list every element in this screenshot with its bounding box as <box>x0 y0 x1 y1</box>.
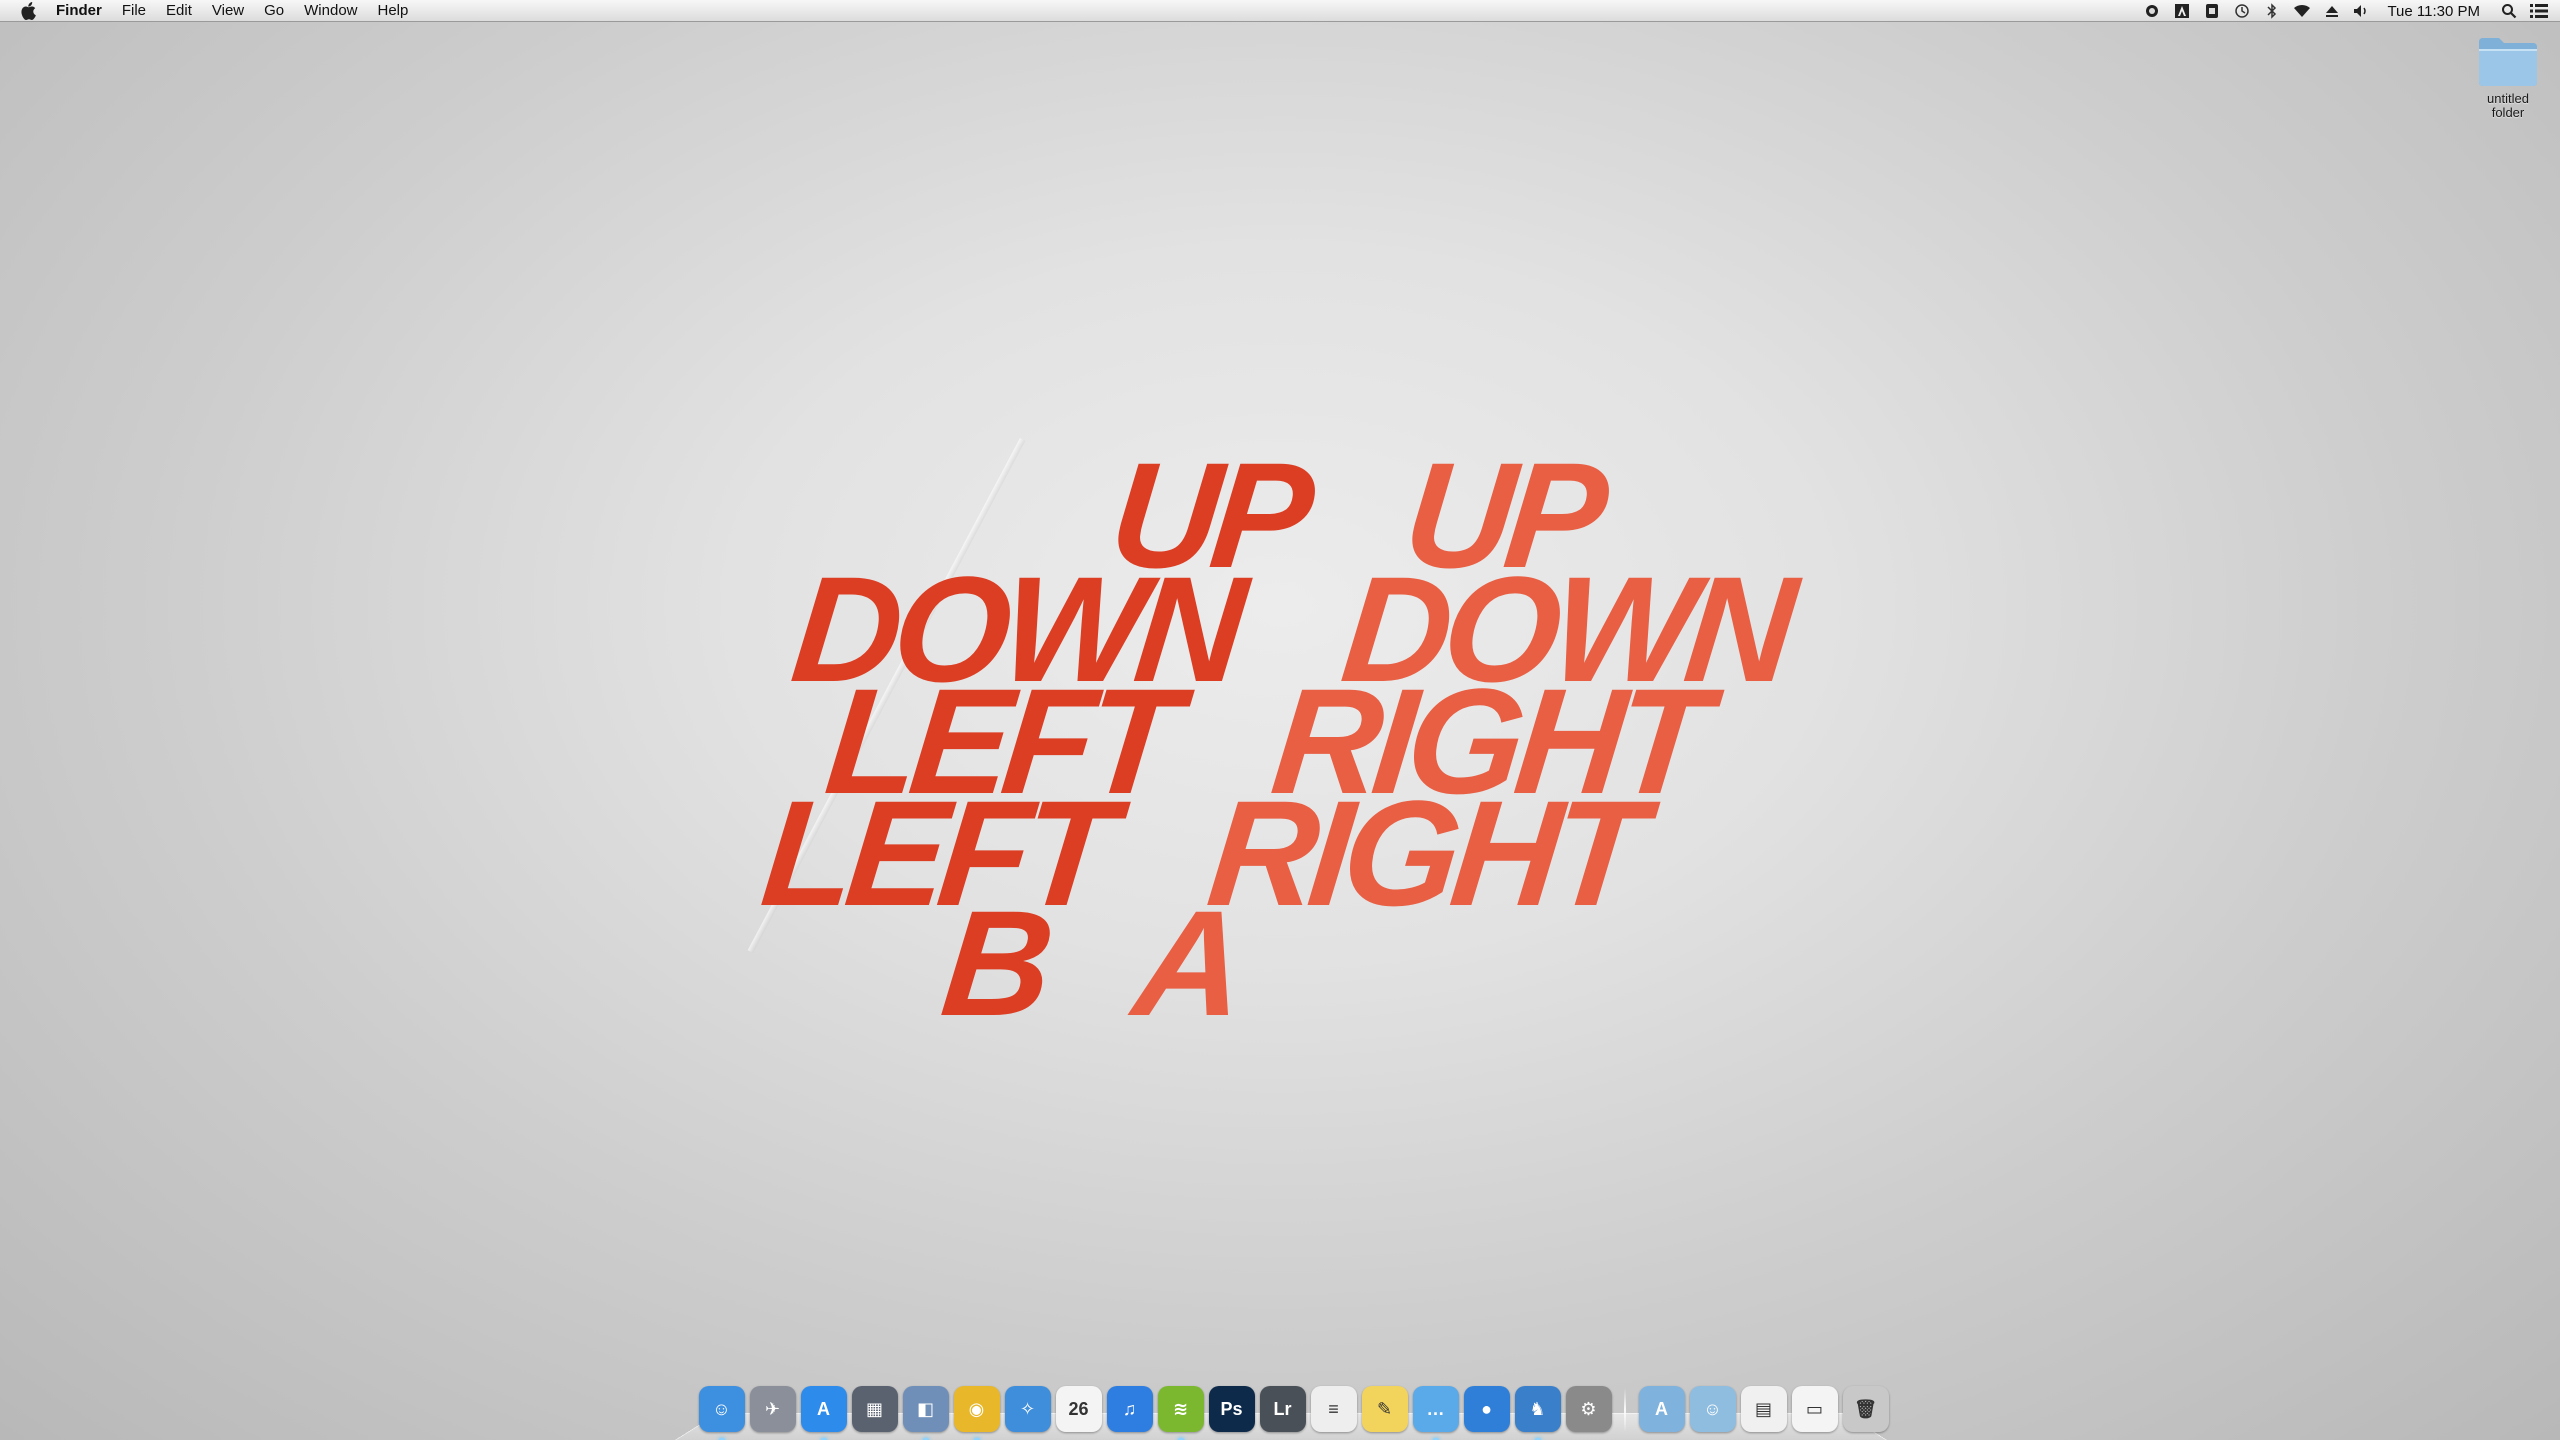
dock-launchpad-icon[interactable]: ✈ <box>749 1386 796 1432</box>
desktop: UP UP DOWN DOWN LEFT RIGHT LEFT RIGHT B … <box>0 0 2560 1440</box>
dock-tweetbot-icon[interactable]: ♞ <box>1514 1386 1561 1440</box>
folder-label-line2: folder <box>2491 105 2525 120</box>
dock-skype-icon[interactable]: ● <box>1463 1386 1510 1432</box>
dock-preview-icon[interactable]: ◧ <box>902 1386 949 1440</box>
dropbox-icon[interactable] <box>2143 2 2161 20</box>
dock-separator <box>1624 1388 1626 1432</box>
status-area: Tue 11:30 PM <box>2137 0 2560 22</box>
folder-icon <box>2479 38 2537 86</box>
spotlight-icon[interactable] <box>2500 2 2518 20</box>
dock-app-store-icon[interactable]: A <box>800 1386 847 1440</box>
dock-finder-icon[interactable]: ☺ <box>698 1386 745 1440</box>
dock-applications-stack-icon[interactable]: A <box>1638 1386 1685 1432</box>
bluetooth-icon[interactable] <box>2263 2 2281 20</box>
folder-label: untitled folder <box>2487 92 2529 120</box>
dock-calendar-icon[interactable]: 26 <box>1055 1386 1102 1432</box>
menu-go[interactable]: Go <box>264 0 284 22</box>
dock-chrome-icon[interactable]: ◉ <box>953 1386 1000 1440</box>
dock-itunes-icon[interactable]: ♫ <box>1106 1386 1153 1432</box>
eject-icon[interactable] <box>2323 2 2341 20</box>
menu-finder[interactable]: Finder <box>56 0 102 22</box>
wallpaper-word-right-4: RIGHT <box>1201 769 1646 937</box>
notification-center-icon[interactable] <box>2530 2 2548 20</box>
dock: ☺ ✈ A ▦ ◧ ◉ ✧ 26 ♫ ≋ Ps Lr ≡ ✎… ● ♞ ⚙ A ☺ ▤ ▭ 🗑 <box>672 1372 1891 1440</box>
desktop-folder[interactable]: untitled folder <box>2468 36 2548 120</box>
wallpaper-word-right-5: A <box>1127 879 1246 1047</box>
dock-preview-stack-icon[interactable]: ▭ <box>1791 1386 1838 1432</box>
menu-view[interactable]: View <box>212 0 244 22</box>
menu-window[interactable]: Window <box>304 0 357 22</box>
wifi-icon[interactable] <box>2293 2 2311 20</box>
evernote-icon[interactable] <box>2203 2 2221 20</box>
wallpaper-word-left-5: B <box>935 879 1054 1047</box>
dock-safari-icon[interactable]: ✧ <box>1004 1386 1051 1432</box>
dock-messages-icon[interactable]: … <box>1412 1386 1459 1440</box>
folder-label-line1: untitled <box>2487 91 2529 106</box>
dock-documents-stack-icon[interactable]: ☺ <box>1689 1386 1736 1432</box>
dock-downloads-stack-icon[interactable]: ▤ <box>1740 1386 1787 1432</box>
dock-items: ☺ ✈ A ▦ ◧ ◉ ✧ 26 ♫ ≋ Ps Lr ≡ ✎… ● ♞ ⚙ A ☺ ▤ ▭ 🗑 <box>696 1376 1891 1440</box>
menu-help[interactable]: Help <box>378 0 409 22</box>
dock-trash-icon[interactable]: 🗑 <box>1842 1386 1889 1432</box>
apple-menu-icon[interactable] <box>20 1 38 20</box>
dock-textedit-icon[interactable]: ≡ <box>1310 1386 1357 1432</box>
dock-spotify-icon[interactable]: ≋ <box>1157 1386 1204 1440</box>
menu-file[interactable]: File <box>122 0 146 22</box>
time-machine-icon[interactable] <box>2233 2 2251 20</box>
menu-clock[interactable]: Tue 11:30 PM <box>2387 3 2480 20</box>
menu-bar: Finder File Edit View Go Window Help Tue… <box>0 0 2560 22</box>
dock-stickies-icon[interactable]: ✎ <box>1361 1386 1408 1432</box>
dock-photoshop-icon[interactable]: Ps <box>1208 1386 1255 1432</box>
dock-mission-control-icon[interactable]: ▦ <box>851 1386 898 1432</box>
menu-edit[interactable]: Edit <box>166 0 192 22</box>
wallpaper-word-left-4: LEFT <box>755 769 1116 937</box>
volume-icon[interactable] <box>2353 2 2371 20</box>
dock-lightroom-icon[interactable]: Lr <box>1259 1386 1306 1432</box>
dock-system-preferences-icon[interactable]: ⚙ <box>1565 1386 1612 1432</box>
adobe-icon[interactable] <box>2173 2 2191 20</box>
wallpaper: UP UP DOWN DOWN LEFT RIGHT LEFT RIGHT B … <box>0 0 2560 1440</box>
